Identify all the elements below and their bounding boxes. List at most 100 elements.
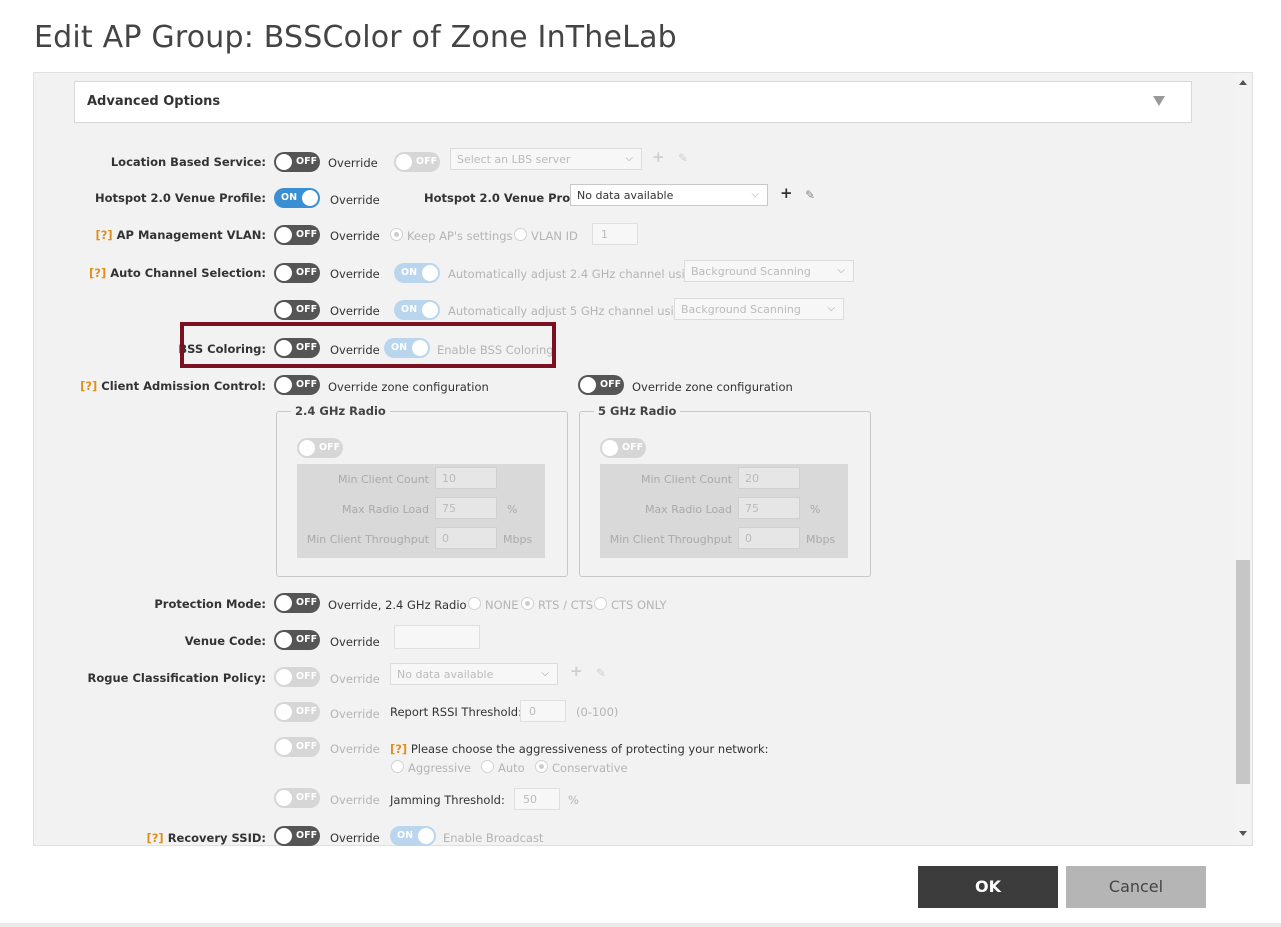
radio-24-min-tp-label: Min Client Throughput bbox=[306, 533, 429, 546]
rssi-threshold-input: 0 bbox=[520, 700, 566, 722]
bss-coloring-highlight-box bbox=[180, 322, 556, 368]
acs-5-enable-toggle: ON bbox=[394, 300, 440, 320]
rogue-override-toggle: OFF bbox=[274, 667, 320, 687]
radio-5-max-load-label: Max Radio Load bbox=[644, 503, 732, 516]
vlan-override-label: Override bbox=[330, 229, 380, 243]
edit-ap-group-dialog: Edit AP Group: BSSColor of Zone InTheLab… bbox=[0, 0, 1281, 927]
aggressiveness-override-toggle: OFF bbox=[274, 737, 320, 757]
rssi-threshold-label: Report RSSI Threshold: bbox=[390, 705, 522, 719]
radio-24-max-load-unit: % bbox=[507, 503, 518, 516]
recovery-broadcast-label: Enable Broadcast bbox=[443, 831, 544, 845]
acs-24-override-toggle[interactable]: OFF bbox=[274, 263, 320, 283]
edit-hotspot-icon[interactable]: ✎ bbox=[805, 188, 815, 202]
acs-24-enable-toggle: ON bbox=[394, 263, 440, 283]
protection-none-label: NONE bbox=[485, 598, 519, 612]
cac-24-override-toggle[interactable]: OFF bbox=[274, 375, 320, 395]
aggressiveness-label: [?] Please choose the aggressiveness of … bbox=[390, 742, 769, 756]
dialog-title: Edit AP Group: BSSColor of Zone InTheLab bbox=[34, 20, 677, 55]
conservative-label: Conservative bbox=[552, 761, 628, 775]
rogue-policy-select: No data available ⌵ bbox=[390, 663, 558, 685]
acs-5-override-toggle[interactable]: OFF bbox=[274, 300, 320, 320]
scroll-down-icon[interactable] bbox=[1239, 831, 1247, 836]
ok-button[interactable]: OK bbox=[918, 866, 1058, 908]
radio-24-min-tp-input: 0 bbox=[435, 527, 497, 549]
recovery-broadcast-toggle: ON bbox=[390, 826, 436, 846]
radio-24-enable-toggle: OFF bbox=[297, 438, 343, 458]
add-hotspot-icon[interactable]: + bbox=[780, 184, 793, 202]
radio-24-min-count-label: Min Client Count bbox=[337, 473, 429, 486]
rssi-range-label: (0-100) bbox=[576, 705, 619, 719]
protection-mode-label: Protection Mode: bbox=[154, 597, 266, 611]
lbs-enable-toggle: OFF bbox=[394, 152, 440, 172]
radio-5-min-count-input: 20 bbox=[738, 467, 800, 489]
lbs-server-select: Select an LBS server ⌵ bbox=[450, 148, 642, 170]
advanced-options-title: Advanced Options bbox=[87, 94, 221, 109]
radio-5-min-count-label: Min Client Count bbox=[640, 473, 732, 486]
acs-5-text: Automatically adjust 5 GHz channel using bbox=[448, 304, 689, 318]
radio-24-legend: 2.4 GHz Radio bbox=[291, 404, 390, 418]
advanced-options-header[interactable]: Advanced Options bbox=[74, 81, 1192, 123]
venue-code-input bbox=[394, 625, 480, 649]
bottom-edge bbox=[0, 923, 1281, 927]
vlan-override-toggle[interactable]: OFF bbox=[274, 225, 320, 245]
radio-5-fieldset: 5 GHz Radio OFF Min Client Count 20 Max … bbox=[579, 404, 871, 577]
lbs-override-label: Override bbox=[328, 156, 378, 170]
scroll-up-icon[interactable] bbox=[1239, 80, 1247, 85]
jamming-threshold-input: 50 bbox=[514, 788, 560, 810]
collapse-arrow-icon[interactable] bbox=[1153, 96, 1165, 106]
protection-rts-radio bbox=[521, 597, 534, 610]
venue-override-toggle[interactable]: OFF bbox=[274, 630, 320, 650]
rssi-override-label: Override bbox=[330, 707, 380, 721]
protection-override-label: Override, 2.4 GHz Radio bbox=[328, 598, 467, 612]
hotspot-label: Hotspot 2.0 Venue Profile: bbox=[95, 191, 266, 205]
vertical-scrollbar[interactable] bbox=[1236, 74, 1250, 844]
scrollbar-thumb[interactable] bbox=[1236, 560, 1250, 784]
edit-lbs-icon: ✎ bbox=[678, 151, 689, 165]
keep-ap-settings-radio bbox=[390, 228, 403, 241]
rssi-override-toggle: OFF bbox=[274, 702, 320, 722]
protection-rts-label: RTS / CTS bbox=[538, 598, 594, 612]
radio-5-max-load-input: 75 bbox=[738, 497, 800, 519]
protection-none-radio bbox=[468, 597, 481, 610]
rogue-override-label: Override bbox=[330, 672, 380, 686]
radio-24-min-tp-unit: Mbps bbox=[503, 533, 533, 546]
jamming-unit: % bbox=[568, 793, 579, 807]
protection-cts-radio bbox=[594, 597, 607, 610]
auto-label: Auto bbox=[498, 761, 525, 775]
conservative-radio bbox=[535, 760, 548, 773]
cac-label: [?] Client Admission Control: bbox=[80, 379, 266, 393]
radio-5-max-load-unit: % bbox=[810, 503, 821, 516]
radio-5-min-tp-label: Min Client Throughput bbox=[609, 533, 732, 546]
cac-24-override-label: Override zone configuration bbox=[328, 380, 489, 394]
vlan-id-radio bbox=[514, 228, 527, 241]
radio-24-fieldset: 2.4 GHz Radio OFF Min Client Count 10 Ma… bbox=[276, 404, 568, 577]
venue-code-label: Venue Code: bbox=[184, 634, 266, 648]
radio-24-max-load-label: Max Radio Load bbox=[341, 503, 429, 516]
protection-cts-label: CTS ONLY bbox=[611, 598, 667, 612]
cac-5-override-toggle[interactable]: OFF bbox=[578, 375, 624, 395]
jamming-override-toggle: OFF bbox=[274, 788, 320, 808]
recovery-override-toggle[interactable]: OFF bbox=[274, 826, 320, 846]
recovery-ssid-label: [?] Recovery SSID: bbox=[146, 831, 266, 845]
acs-24-text: Automatically adjust 2.4 GHz channel usi… bbox=[448, 267, 700, 281]
vlan-id-label: VLAN ID bbox=[531, 229, 578, 243]
cancel-button[interactable]: Cancel bbox=[1066, 866, 1206, 908]
keep-ap-settings-label: Keep AP's settings bbox=[407, 229, 513, 243]
radio-24-min-count-input: 10 bbox=[435, 467, 497, 489]
vlan-label: [?] AP Management VLAN: bbox=[95, 228, 266, 242]
jamming-override-label: Override bbox=[330, 793, 380, 807]
protection-override-toggle[interactable]: OFF bbox=[274, 593, 320, 613]
edit-rogue-policy-icon: ✎ bbox=[596, 666, 607, 680]
jamming-threshold-label: Jamming Threshold: bbox=[390, 793, 505, 807]
acs-5-override-label: Override bbox=[330, 304, 380, 318]
add-lbs-icon: + bbox=[652, 148, 665, 166]
lbs-override-toggle[interactable]: OFF bbox=[274, 152, 320, 172]
radio-5-min-tp-unit: Mbps bbox=[806, 533, 836, 546]
cac-5-override-label: Override zone configuration bbox=[632, 380, 793, 394]
hotspot-profile-select[interactable]: No data available ⌵ bbox=[570, 184, 768, 206]
acs-24-method-select: Background Scanning ⌵ bbox=[684, 260, 854, 282]
venue-override-label: Override bbox=[330, 635, 380, 649]
hotspot-override-toggle[interactable]: ON bbox=[274, 188, 320, 208]
radio-24-settings: Min Client Count 10 Max Radio Load 75 % … bbox=[297, 464, 545, 558]
aggressiveness-override-label: Override bbox=[330, 742, 380, 756]
